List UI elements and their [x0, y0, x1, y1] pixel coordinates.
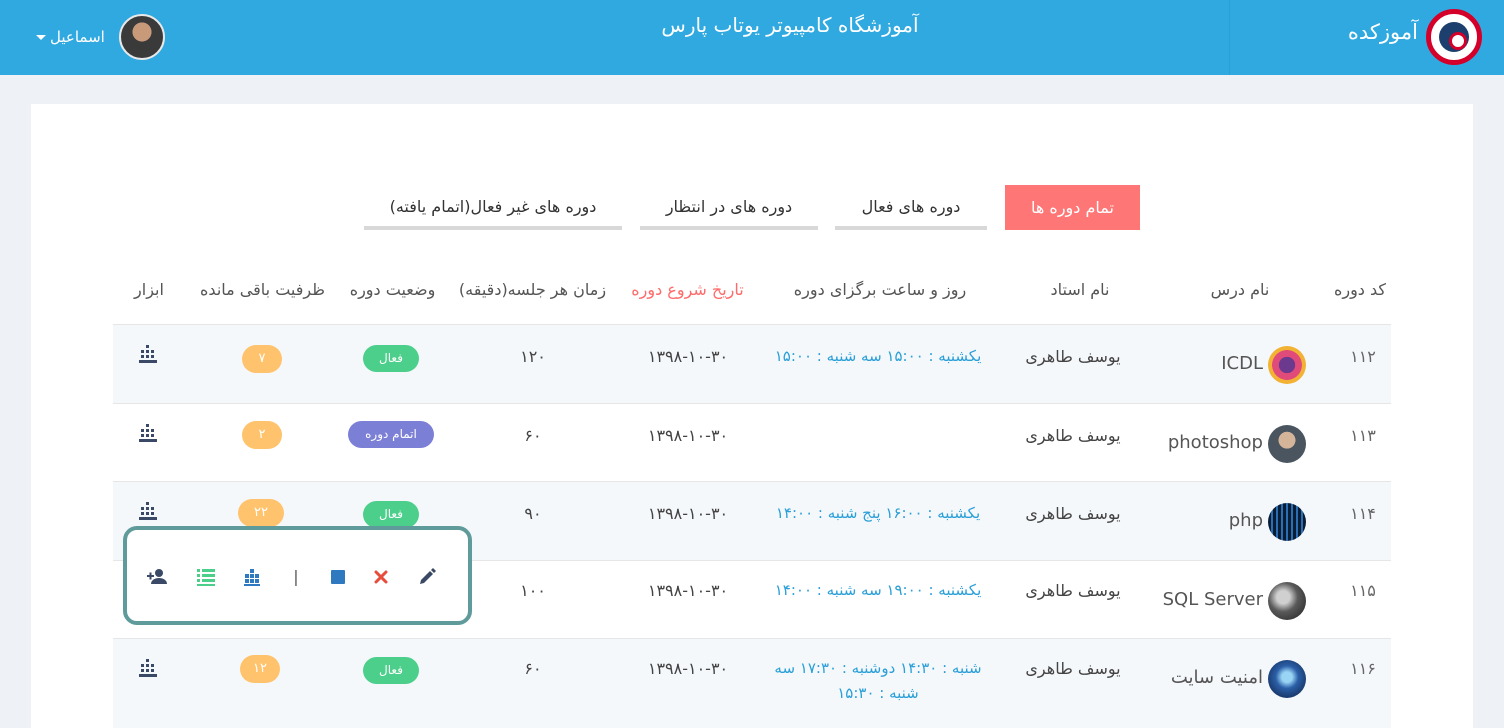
- course-name[interactable]: ICDL: [1163, 353, 1263, 374]
- avatar[interactable]: [118, 14, 165, 60]
- session-duration: ۱۲۰: [520, 347, 546, 366]
- status-badge: فعال: [363, 501, 419, 528]
- table-row: ۱۱۳ photoshop یوسف طاهری ۱۳۹۸-۱۰-۳۰ ۶۰ ا…: [113, 403, 1391, 482]
- header-status: وضعیت دوره: [349, 280, 436, 299]
- chart-icon[interactable]: [137, 659, 157, 677]
- header-code: کد دوره: [1333, 280, 1387, 299]
- tools-popup: |: [123, 526, 472, 625]
- chart-icon[interactable]: [241, 566, 263, 588]
- course-name[interactable]: php: [1163, 510, 1263, 531]
- schedule: یکشنبه : ۱۵:۰۰ سه شنبه : ۱۵:۰۰: [774, 347, 982, 365]
- user-name[interactable]: اسماعیل: [50, 28, 105, 46]
- teacher-name: یوسف طاهری: [1025, 581, 1121, 600]
- header-schedule: روز و ساعت برگزای دوره: [793, 280, 967, 299]
- header-capacity: ظرفیت باقی مانده: [200, 280, 325, 299]
- stop-icon[interactable]: [327, 566, 349, 588]
- start-date: ۱۳۹۸-۱۰-۳۰: [647, 426, 729, 445]
- course-image: [1268, 425, 1306, 463]
- add-user-icon[interactable]: [146, 566, 168, 588]
- header-duration: زمان هر جلسه(دقیقه): [458, 280, 607, 299]
- session-duration: ۶۰: [524, 426, 542, 445]
- course-image: [1268, 582, 1306, 620]
- logo-icon[interactable]: [1426, 9, 1482, 65]
- course-image: [1268, 503, 1306, 541]
- capacity-badge: ۲۲: [238, 499, 284, 527]
- course-name[interactable]: امنیت سایت: [1143, 667, 1263, 688]
- schedule: یکشنبه : ۱۶:۰۰ پنج شنبه : ۱۴:۰۰: [775, 504, 981, 522]
- start-date: ۱۳۹۸-۱۰-۳۰: [647, 659, 729, 678]
- course-image: [1268, 346, 1306, 384]
- close-icon[interactable]: [370, 566, 392, 588]
- chart-icon[interactable]: [137, 424, 157, 442]
- header-teacher: نام استاد: [1050, 280, 1110, 299]
- teacher-name: یوسف طاهری: [1025, 659, 1121, 678]
- schedule: یکشنبه : ۱۹:۰۰ سه شنبه : ۱۴:۰۰: [774, 581, 982, 599]
- tab-all-courses[interactable]: تمام دوره ها: [1005, 185, 1140, 230]
- chart-icon[interactable]: [137, 345, 157, 363]
- brand-name[interactable]: آموزکده: [1348, 20, 1418, 44]
- list-icon[interactable]: [195, 566, 217, 588]
- header-tools: ابزار: [134, 280, 164, 299]
- teacher-name: یوسف طاهری: [1025, 426, 1121, 445]
- capacity-badge: ۱۲: [240, 655, 280, 683]
- course-code: ۱۱۶: [1350, 659, 1376, 678]
- toolbar-separator: |: [293, 567, 299, 586]
- tab-pending-courses[interactable]: دوره های در انتظار: [640, 185, 818, 230]
- tab-inactive-courses[interactable]: دوره های غیر فعال(اتمام یافته): [364, 185, 622, 230]
- status-badge: فعال: [363, 657, 419, 684]
- edit-icon[interactable]: [416, 566, 438, 588]
- schedule-continued: شنبه : ۱۵:۳۰: [837, 684, 919, 702]
- start-date: ۱۳۹۸-۱۰-۳۰: [647, 347, 729, 366]
- start-date: ۱۳۹۸-۱۰-۳۰: [647, 581, 729, 600]
- capacity-badge: ۷: [242, 345, 282, 373]
- course-image: [1268, 660, 1306, 698]
- course-code: ۱۱۲: [1350, 347, 1376, 366]
- status-badge: اتمام دوره: [348, 421, 434, 448]
- teacher-name: یوسف طاهری: [1025, 347, 1121, 366]
- course-name[interactable]: photoshop: [1153, 432, 1263, 453]
- header-course: نام درس: [1210, 280, 1270, 299]
- top-navbar: اسماعیل آموزشگاه کامپیوتر یوتاب پارس آمو…: [0, 0, 1504, 75]
- table-row: ۱۱۶ امنیت سایت یوسف طاهری شنبه : ۱۴:۳۰ د…: [113, 638, 1391, 728]
- session-duration: ۹۰: [524, 504, 542, 523]
- status-badge: فعال: [363, 345, 419, 372]
- session-duration: ۶۰: [524, 659, 542, 678]
- tab-active-courses[interactable]: دوره های فعال: [835, 185, 987, 230]
- schedule: شنبه : ۱۴:۳۰ دوشنبه : ۱۷:۳۰ سه: [774, 659, 982, 677]
- start-date: ۱۳۹۸-۱۰-۳۰: [647, 504, 729, 523]
- header-start-date[interactable]: تاریخ شروع دوره: [620, 280, 755, 299]
- table-row: ۱۱۲ ICDL یوسف طاهری یکشنبه : ۱۵:۰۰ سه شن…: [113, 324, 1391, 403]
- teacher-name: یوسف طاهری: [1025, 504, 1121, 523]
- chart-icon[interactable]: [137, 502, 157, 520]
- user-menu[interactable]: اسماعیل: [36, 14, 165, 60]
- page-title: آموزشگاه کامپیوتر یوتاب پارس: [661, 13, 919, 37]
- course-name[interactable]: SQL Server: [1143, 589, 1263, 610]
- course-code: ۱۱۴: [1350, 504, 1376, 523]
- brand[interactable]: آموزکده: [1229, 0, 1504, 75]
- capacity-badge: ۲: [242, 421, 282, 449]
- course-code: ۱۱۵: [1350, 581, 1376, 600]
- course-code: ۱۱۳: [1350, 426, 1376, 445]
- session-duration: ۱۰۰: [520, 581, 546, 600]
- chevron-down-icon[interactable]: [36, 34, 46, 40]
